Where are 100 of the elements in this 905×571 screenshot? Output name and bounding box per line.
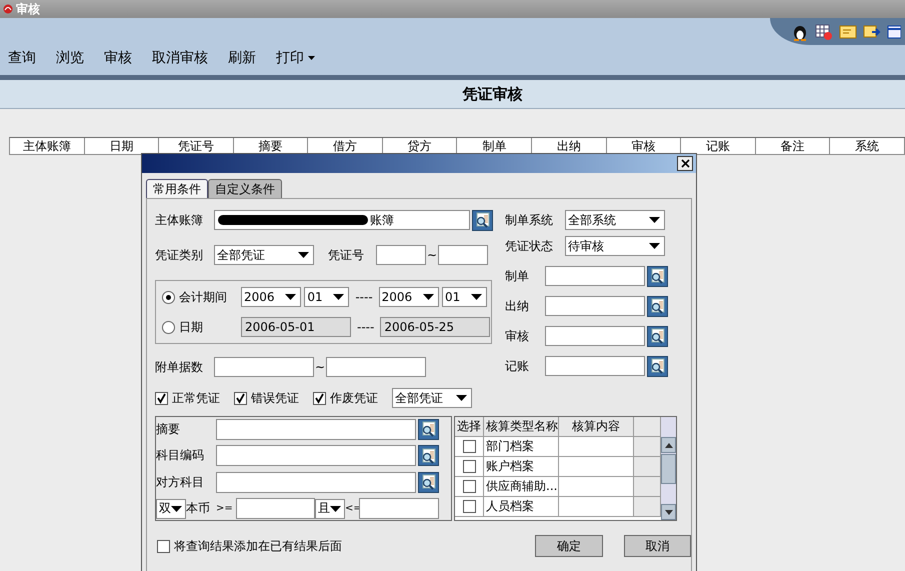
lookup-button[interactable] (647, 266, 668, 286)
dropdown[interactable]: 双 (156, 498, 186, 519)
caret-icon (649, 217, 660, 223)
tab[interactable]: 自定义条件 (208, 179, 282, 198)
caret-icon (649, 243, 660, 249)
field-label: 制单 (505, 268, 530, 284)
input-field[interactable] (216, 472, 416, 493)
input-field[interactable]: 账簿 (214, 210, 470, 230)
magnifier-icon (650, 328, 666, 344)
field-label: 凭证状态 (505, 238, 554, 254)
card-arrow-icon[interactable] (863, 22, 881, 40)
table-cell: 人员档案 (484, 497, 559, 517)
input-field[interactable] (545, 326, 645, 346)
radio-button[interactable] (162, 320, 175, 334)
column-header: 日期 (84, 138, 160, 155)
table-cell: 账户档案 (484, 457, 559, 477)
input-field[interactable] (545, 266, 645, 286)
caret-icon (333, 294, 344, 300)
caret-icon (171, 506, 182, 512)
input-field[interactable] (214, 357, 314, 377)
input-field[interactable] (216, 445, 416, 466)
column-header: 系统 (830, 138, 905, 155)
close-button[interactable] (677, 156, 693, 171)
dropdown[interactable]: 01 (442, 287, 487, 307)
magnifier-icon (420, 421, 436, 438)
input-field[interactable]: 2006-05-01 (241, 317, 351, 337)
dropdown[interactable]: 待审核 (565, 236, 665, 256)
checkbox[interactable] (234, 392, 247, 404)
input-field[interactable]: 2006-05-25 (380, 317, 490, 337)
input-field[interactable] (438, 245, 488, 265)
field-label: 出纳 (505, 298, 530, 314)
dropdown[interactable]: 全部系统 (565, 210, 665, 230)
checkbox[interactable] (157, 540, 170, 552)
column-header: 选择 (455, 417, 484, 437)
table-cell: 部门档案 (484, 437, 559, 457)
dropdown[interactable]: 全部凭证 (392, 388, 472, 408)
card-icon[interactable] (839, 22, 857, 40)
input-field[interactable] (545, 356, 645, 376)
lookup-button[interactable] (418, 445, 439, 466)
scrollbar[interactable] (661, 417, 676, 520)
menu-item[interactable]: 审核 (104, 48, 132, 68)
up-arrow-icon (664, 442, 672, 448)
dropdown[interactable]: 且 (315, 498, 345, 519)
range-separator: ~ (315, 360, 326, 374)
caret-icon (456, 395, 467, 401)
menu-item[interactable]: 取消审核 (152, 48, 208, 68)
lookup-button[interactable] (647, 356, 668, 376)
menu-item[interactable]: 刷新 (228, 48, 256, 68)
field-label: 对方科目 (156, 474, 205, 491)
tab[interactable]: 常用条件 (146, 179, 208, 198)
caret-icon (285, 294, 296, 300)
caret-icon (470, 294, 482, 300)
table-cell (634, 437, 661, 457)
magnifier-icon (650, 298, 666, 314)
checkbox[interactable] (462, 440, 476, 453)
column-header: 核算内容 (559, 417, 634, 437)
checkbox[interactable] (313, 392, 326, 404)
input-field[interactable] (376, 245, 426, 265)
checkbox[interactable] (462, 480, 476, 493)
column-header (634, 417, 661, 437)
dropdown[interactable]: 01 (304, 287, 350, 307)
field-label: 制单系统 (505, 212, 554, 228)
lookup-button[interactable] (647, 326, 668, 346)
field-label: 本币 (186, 500, 211, 518)
dialog-button[interactable]: 确定 (535, 535, 602, 557)
table-cell: 供应商辅助... (484, 477, 559, 497)
field-label: 凭证类别 (155, 246, 204, 264)
lookup-button[interactable] (472, 210, 493, 230)
lookup-button[interactable] (418, 418, 439, 440)
dialog-button[interactable]: 取消 (624, 535, 691, 557)
input-field[interactable] (359, 498, 439, 520)
checkbox[interactable] (462, 500, 476, 513)
lookup-button[interactable] (647, 296, 668, 316)
menu-item[interactable]: 查询 (8, 48, 36, 68)
radio-button[interactable] (162, 290, 175, 304)
field-label: 科目编码 (156, 447, 205, 464)
caret-icon (422, 294, 434, 300)
window-icon[interactable] (887, 22, 901, 40)
dropdown[interactable]: 2006 (378, 287, 439, 307)
field-label: 摘要 (156, 420, 181, 438)
field-label: 附单据数 (155, 358, 204, 376)
field-label: 会计期间 (179, 288, 228, 306)
magnifier-icon (650, 358, 666, 374)
dropdown[interactable]: 全部凭证 (214, 245, 314, 265)
menu-item[interactable]: 浏览 (56, 48, 84, 68)
input-field[interactable] (216, 418, 416, 440)
checkbox[interactable] (155, 392, 168, 404)
menu-item[interactable]: 打印 (276, 48, 315, 68)
input-field[interactable] (545, 296, 645, 316)
column-header: 核算类型名称 (484, 417, 559, 437)
input-field[interactable] (236, 498, 315, 520)
table-cell (634, 477, 661, 497)
lookup-button[interactable] (418, 472, 439, 493)
input-field[interactable] (326, 357, 426, 377)
app-icon (3, 4, 13, 14)
page-title: 凭证审核 (462, 84, 522, 104)
checkbox[interactable] (462, 460, 476, 473)
field-label: 将查询结果添加在已有结果后面 (174, 538, 343, 554)
field-label: 正常凭证 (172, 390, 220, 406)
dropdown[interactable]: 2006 (241, 287, 301, 307)
